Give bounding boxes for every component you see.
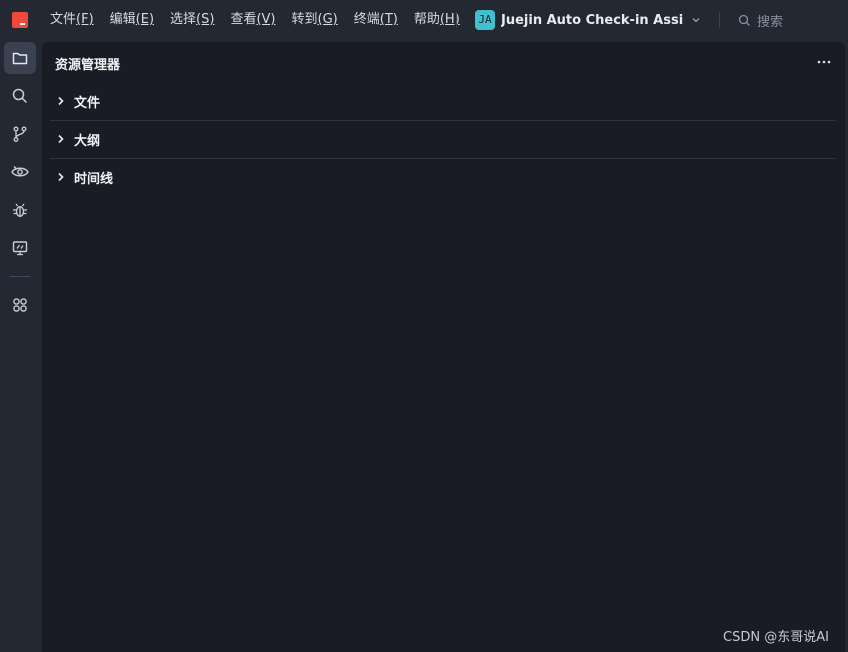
menu-view-key: (V): [256, 12, 276, 27]
menu-go[interactable]: 转到(G): [292, 8, 338, 32]
menu-selection[interactable]: 选择(S): [170, 8, 214, 32]
activity-bar: [0, 40, 42, 652]
activity-debug[interactable]: [4, 194, 36, 226]
more-actions-icon[interactable]: [814, 54, 834, 70]
menu-view[interactable]: 查看(V): [230, 8, 275, 32]
section-files-label: 文件: [74, 95, 101, 111]
title-divider: [719, 12, 720, 28]
menu-go-label: 转到: [291, 12, 318, 27]
explorer-title: 资源管理器: [55, 58, 121, 73]
title-divider: [456, 12, 457, 28]
menu-terminal-label: 终端: [353, 12, 380, 27]
preview-icon: [11, 166, 29, 177]
extensions-icon: [13, 298, 27, 312]
activity-remote[interactable]: [4, 232, 36, 264]
project-badge: JA: [475, 10, 495, 30]
section-timeline-label: 时间线: [74, 171, 114, 187]
remote-display-icon: [12, 241, 28, 256]
menu-edit[interactable]: 编辑(E): [110, 8, 154, 32]
menu-file-key: (F): [76, 12, 94, 27]
activity-preview[interactable]: [4, 156, 36, 188]
menu-go-key: (G): [317, 12, 338, 27]
activity-divider: [10, 276, 30, 277]
chevron-right-icon: [58, 96, 64, 106]
chevron-right-icon: [58, 134, 64, 144]
source-control-icon: [13, 126, 27, 142]
menu-help-label: 帮助: [413, 12, 440, 27]
menu-edit-key: (E): [135, 12, 155, 27]
section-files[interactable]: 文件: [50, 82, 836, 120]
search-box[interactable]: 搜索: [738, 10, 783, 30]
section-outline-label: 大纲: [74, 133, 101, 149]
menu-terminal[interactable]: 终端(T): [354, 8, 398, 32]
section-timeline[interactable]: 时间线: [50, 158, 836, 196]
menu-bar: 文件(F) 编辑(E) 选择(S) 查看(V) 转到(G) 终端(T) 帮助(H…: [50, 0, 476, 40]
watermark: CSDN @东哥说AI: [723, 630, 829, 645]
project-name: Juejin Auto Check-in Assista...: [501, 12, 683, 28]
search-label: 搜索: [757, 14, 784, 30]
search-icon: [12, 88, 28, 104]
activity-search[interactable]: [4, 80, 36, 112]
title-bar: 文件(F) 编辑(E) 选择(S) 查看(V) 转到(G) 终端(T) 帮助(H…: [0, 0, 848, 40]
activity-extensions[interactable]: [4, 289, 36, 321]
activity-source-control[interactable]: [4, 118, 36, 150]
menu-selection-key: (S): [196, 12, 215, 27]
explorer-panel: 资源管理器 文件 大纲 时间线: [42, 42, 845, 652]
folder-icon: [12, 52, 28, 65]
menu-selection-label: 选择: [170, 12, 197, 27]
bug-icon: [13, 203, 27, 218]
menu-file[interactable]: 文件(F): [50, 8, 94, 32]
search-icon: [738, 14, 750, 26]
menu-terminal-key: (T): [379, 12, 398, 27]
menu-help[interactable]: 帮助(H): [414, 8, 460, 32]
menu-view-label: 查看: [230, 12, 257, 27]
project-switcher[interactable]: JA Juejin Auto Check-in Assista...: [475, 9, 701, 31]
app-logo-icon: [12, 12, 28, 28]
chevron-down-icon: [692, 18, 700, 23]
chevron-right-icon: [58, 172, 64, 182]
section-outline[interactable]: 大纲: [50, 120, 836, 158]
menu-edit-label: 编辑: [109, 12, 136, 27]
activity-explorer[interactable]: [4, 42, 36, 74]
menu-file-label: 文件: [50, 12, 77, 27]
